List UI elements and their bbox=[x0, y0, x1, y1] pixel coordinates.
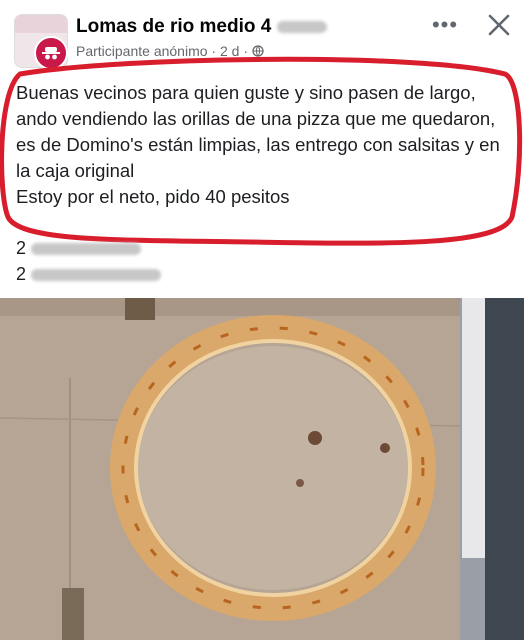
phone-1-blurred bbox=[31, 243, 142, 256]
more-icon[interactable]: ••• bbox=[430, 14, 460, 38]
group-name-text[interactable]: Lomas de rio medio 4 bbox=[76, 16, 271, 37]
meta-separator: · bbox=[211, 43, 217, 59]
close-icon[interactable] bbox=[484, 10, 514, 40]
group-avatar-strip bbox=[15, 15, 67, 33]
author-name[interactable]: Participante anónimo bbox=[76, 43, 208, 59]
phone-2-prefix: 2 bbox=[16, 264, 27, 284]
phone-1-prefix: 2 bbox=[16, 238, 27, 258]
group-name-blurred bbox=[276, 20, 327, 33]
post-meta: Participante anónimo · 2 d · bbox=[76, 43, 264, 59]
meta-separator-2: · bbox=[243, 43, 249, 59]
post-body: Buenas vecinos para quien guste y sino p… bbox=[16, 82, 500, 207]
anonymous-icon bbox=[34, 36, 68, 70]
phone-line-2: 2 bbox=[16, 264, 162, 285]
post-time[interactable]: 2 d bbox=[220, 43, 239, 59]
post-header: Lomas de rio medio 4 Participante anónim… bbox=[0, 0, 524, 70]
group-name[interactable]: Lomas de rio medio 4 bbox=[76, 16, 327, 38]
globe-icon bbox=[252, 45, 264, 57]
pizza-crust-photo[interactable] bbox=[0, 298, 524, 640]
phone-2-blurred bbox=[31, 269, 162, 282]
phone-line-1: 2 bbox=[16, 238, 142, 259]
